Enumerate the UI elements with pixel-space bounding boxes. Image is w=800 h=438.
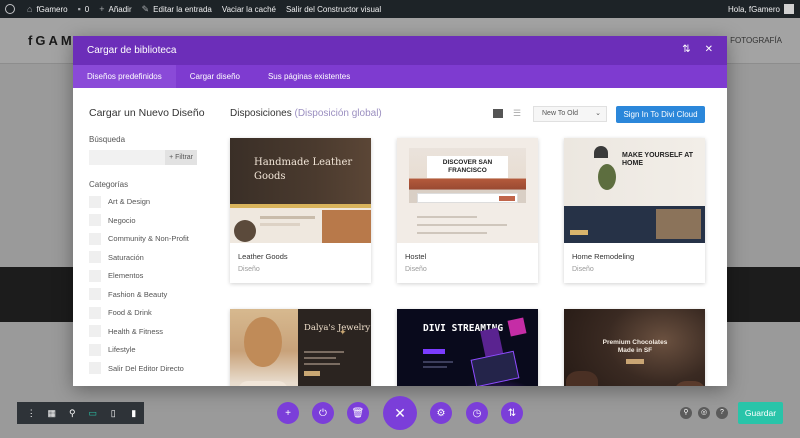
categories-label: Categorías: [89, 180, 129, 189]
layouts-heading: Disposiciones (Disposición global): [230, 108, 382, 119]
layers-icon[interactable]: ◎: [698, 407, 710, 419]
help-icon[interactable]: ?: [716, 407, 728, 419]
layout-type: Diseño: [405, 266, 427, 273]
more-options-icon[interactable]: ⋮: [21, 402, 42, 424]
builder-view-bar: ⋮ ▦ ⚲ ▭ ▯ ▮: [17, 402, 144, 424]
phone-view-icon[interactable]: ▮: [124, 402, 145, 424]
layout-thumbnail: DIVI STREAMING: [397, 309, 538, 386]
category-saturacion[interactable]: Saturación: [89, 251, 209, 264]
sort-select[interactable]: New To Old ⌄: [533, 106, 607, 122]
add-icon[interactable]: +: [277, 402, 299, 424]
checkbox[interactable]: [89, 214, 101, 226]
search-icon[interactable]: ⚲: [680, 407, 692, 419]
category-art-design[interactable]: Art & Design: [89, 195, 209, 208]
layout-thumbnail: MAKE YOURSELF AT HOME: [564, 138, 705, 243]
history-icon[interactable]: ◷: [466, 402, 488, 424]
layout-thumbnail: DISCOVER SAN FRANCISCO: [397, 138, 538, 243]
category-health-fitness[interactable]: Health & Fitness: [89, 325, 209, 338]
layout-name: Hostel: [405, 252, 427, 261]
chevron-down-icon: ⌄: [595, 110, 601, 117]
close-icon[interactable]: ✕: [705, 44, 713, 55]
category-lifestyle[interactable]: Lifestyle: [89, 343, 209, 356]
layout-card-streaming[interactable]: DIVI STREAMING: [397, 309, 538, 386]
modal-tabs: Diseños predefinidos Cargar diseño Sus p…: [73, 65, 727, 88]
plus-icon: +: [99, 4, 105, 14]
layout-thumbnail: Premium Chocolates Made in SF: [564, 309, 705, 386]
checkbox[interactable]: [89, 232, 101, 245]
comment-icon: ▪: [77, 4, 81, 14]
sparkle-icon: ✦: [339, 327, 347, 337]
library-sidebar: Cargar un Nuevo Diseño Búsqueda + Filtra…: [89, 106, 209, 380]
trash-icon[interactable]: 🗑: [347, 402, 369, 424]
checkbox[interactable]: [89, 306, 101, 319]
category-elementos[interactable]: Elementos: [89, 269, 209, 282]
checkbox[interactable]: [89, 362, 101, 374]
new-content-link[interactable]: + Añadir: [99, 4, 131, 14]
edit-post-link[interactable]: ✎ Editar la entrada: [142, 4, 212, 15]
layout-card-leather-goods[interactable]: Handmade Leather Goods Leather Goods Dis…: [230, 138, 371, 283]
grid-view-icon[interactable]: [493, 109, 503, 118]
gear-icon[interactable]: ⚙: [430, 402, 452, 424]
clear-cache-link[interactable]: Vaciar la caché: [222, 5, 276, 14]
home-icon: ⌂: [27, 4, 33, 14]
exit-builder-link[interactable]: Salir del Constructor visual: [286, 5, 381, 14]
wp-admin-bar: ⌂ fGamero ▪ 0 + Añadir ✎ Editar la entrada V…: [0, 0, 800, 18]
sort-arrows-icon[interactable]: ⇅: [682, 44, 690, 55]
list-view-icon[interactable]: ☰: [513, 109, 521, 118]
site-name-link[interactable]: ⌂ fGamero: [27, 4, 68, 14]
layout-card-home-remodeling[interactable]: MAKE YOURSELF AT HOME Home Remodeling Di…: [564, 138, 705, 283]
layout-card-hostel[interactable]: DISCOVER SAN FRANCISCO Hostel Diseño: [397, 138, 538, 283]
layout-card-jewelry[interactable]: Dalya's Jewelry ✦: [230, 309, 371, 386]
nav-item-fotografia: FOTOGRAFÍA: [730, 36, 782, 45]
search-label: Búsqueda: [89, 135, 126, 144]
category-community[interactable]: Community & Non-Profit: [89, 232, 209, 245]
checkbox[interactable]: [89, 343, 101, 356]
tab-load-layout[interactable]: Cargar diseño: [176, 65, 254, 88]
desktop-view-icon[interactable]: ▭: [83, 402, 104, 424]
category-negocio[interactable]: Negocio: [89, 214, 209, 227]
sidebar-title: Cargar un Nuevo Diseño: [89, 107, 205, 119]
avatar: [784, 4, 794, 14]
search-input[interactable]: + Filtrar: [89, 150, 197, 165]
layout-thumbnail: Dalya's Jewelry ✦: [230, 309, 371, 386]
checkbox[interactable]: [89, 251, 101, 263]
checkbox[interactable]: [89, 325, 101, 337]
close-icon[interactable]: ✕: [383, 396, 417, 430]
tab-existing-pages[interactable]: Sus páginas existentes: [254, 65, 364, 88]
comments-link[interactable]: ▪ 0: [78, 4, 90, 14]
zoom-icon[interactable]: ⚲: [62, 402, 83, 424]
filter-button[interactable]: + Filtrar: [165, 150, 197, 165]
modal-header: Cargar de biblioteca ⇅ ✕: [73, 36, 727, 65]
wordpress-logo-icon[interactable]: [5, 4, 15, 14]
tablet-view-icon[interactable]: ▯: [103, 402, 124, 424]
modal-title: Cargar de biblioteca: [87, 45, 177, 56]
layout-type: Diseño: [572, 266, 594, 273]
wireframe-view-icon[interactable]: ▦: [42, 402, 63, 424]
power-icon[interactable]: ⏻: [312, 402, 334, 424]
save-button[interactable]: Guardar: [738, 402, 783, 424]
category-exit-editor[interactable]: Salir Del Editor Directo: [89, 362, 209, 375]
layout-name: Leather Goods: [238, 252, 288, 261]
layout-thumbnail: Handmade Leather Goods: [230, 138, 371, 243]
account-menu[interactable]: Hola, fGamero: [728, 0, 794, 18]
site-logo: fGAM: [28, 33, 75, 48]
category-fashion-beauty[interactable]: Fashion & Beauty: [89, 288, 209, 301]
library-modal: Cargar de biblioteca ⇅ ✕ Diseños predefi…: [73, 36, 727, 386]
tab-premade-layouts[interactable]: Diseños predefinidos: [73, 65, 176, 88]
pencil-icon: ✎: [141, 3, 150, 14]
portability-icon[interactable]: ⇅: [501, 402, 523, 424]
checkbox[interactable]: [89, 269, 101, 282]
category-food-drink[interactable]: Food & Drink: [89, 306, 209, 319]
divi-cloud-signin-button[interactable]: Sign In To Divi Cloud: [616, 106, 705, 123]
checkbox[interactable]: [89, 195, 101, 208]
layout-type: Diseño: [238, 266, 260, 273]
layout-name: Home Remodeling: [572, 252, 635, 261]
layout-card-chocolates[interactable]: Premium Chocolates Made in SF: [564, 309, 705, 386]
checkbox[interactable]: [89, 288, 101, 300]
